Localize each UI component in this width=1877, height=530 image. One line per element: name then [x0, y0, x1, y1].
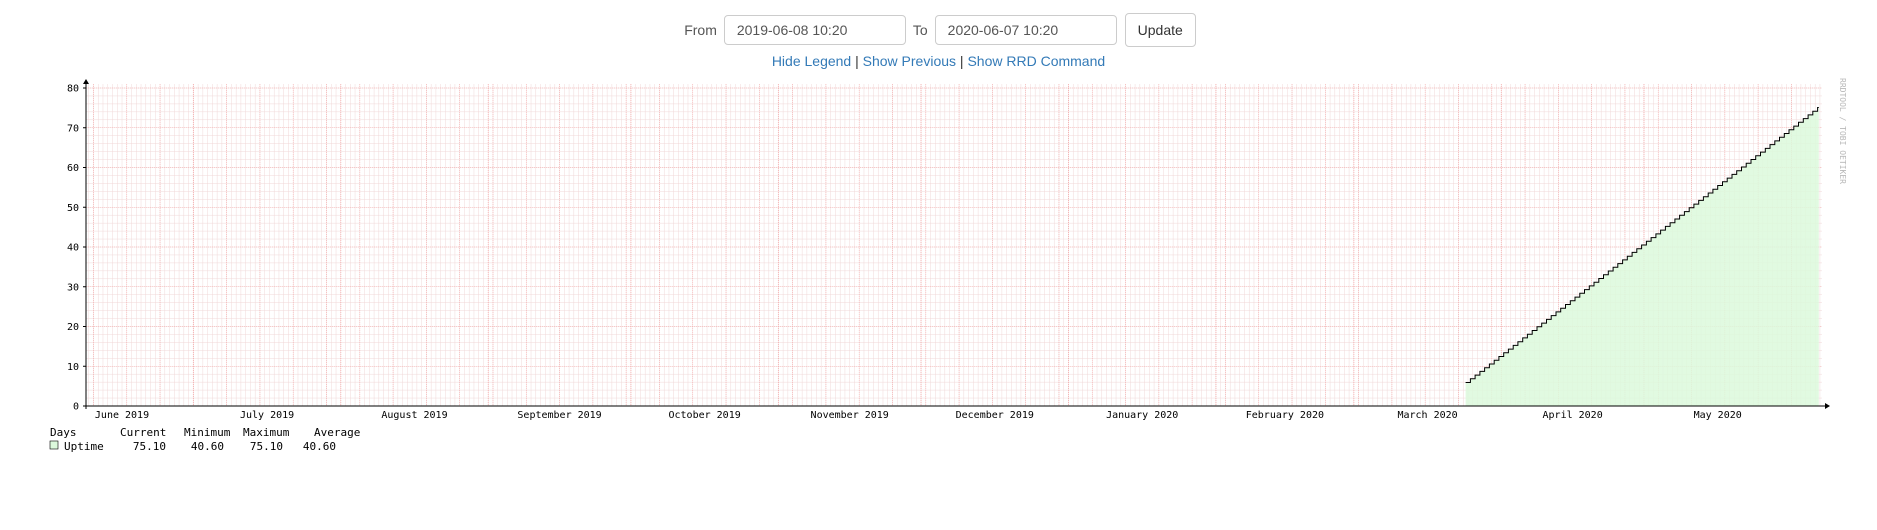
x-tick-label: July 2019 [240, 410, 294, 421]
legend: Days Current Minimum Maximum Average Uptime 75… [49, 426, 360, 453]
legend-value: 40.60 [303, 440, 336, 453]
y-tick-label: 40 [67, 243, 79, 254]
y-tick-label: 50 [67, 203, 79, 214]
legend-header: Average [314, 426, 360, 439]
uptime-area-layer [1465, 107, 1819, 406]
x-axis-arrow-icon [1825, 403, 1830, 409]
x-tick-label: April 2020 [1543, 410, 1603, 421]
legend-value: 75.10 [250, 440, 283, 453]
legend-header: Minimum [184, 426, 231, 439]
y-tick-label: 0 [73, 402, 79, 413]
y-tick-label: 60 [67, 163, 79, 174]
y-tick-label: 70 [67, 123, 79, 134]
y-axis-arrow-icon [83, 79, 89, 84]
x-tick-label: January 2020 [1106, 410, 1178, 421]
legend-series-name: Uptime [64, 440, 104, 453]
x-tick-label: September 2019 [517, 410, 601, 421]
x-tick-labels: June 2019 July 2019 August 2019 September 2… [95, 410, 1742, 421]
y-tick-label: 30 [67, 282, 79, 293]
x-tick-label: May 2020 [1694, 410, 1742, 421]
y-tick-label: 20 [67, 322, 79, 333]
uptime-area [1465, 107, 1819, 406]
legend-unit: Days [50, 426, 77, 439]
y-tick-label: 80 [67, 84, 79, 95]
y-tick-labels: 0 10 20 30 40 50 60 70 80 [67, 84, 79, 413]
x-tick-label: October 2019 [669, 410, 741, 421]
legend-value: 75.10 [133, 440, 166, 453]
legend-value: 40.60 [191, 440, 224, 453]
rrdtool-watermark: RRDTOOL / TOBI OETIKER [1838, 78, 1847, 184]
x-tick-label: February 2020 [1246, 410, 1324, 421]
x-tick-label: June 2019 [95, 410, 149, 421]
uptime-graph: 0 10 20 30 40 50 60 70 80 June 2019 July 2019 Augu… [49, 78, 1847, 453]
legend-header: Maximum [243, 426, 290, 439]
x-tick-label: August 2019 [381, 410, 447, 421]
legend-header: Current [120, 426, 166, 439]
x-tick-label: March 2020 [1397, 410, 1457, 421]
legend-swatch [49, 440, 59, 450]
x-tick-label: November 2019 [811, 410, 889, 421]
y-tick-label: 10 [67, 362, 79, 373]
x-tick-label: December 2019 [956, 410, 1034, 421]
